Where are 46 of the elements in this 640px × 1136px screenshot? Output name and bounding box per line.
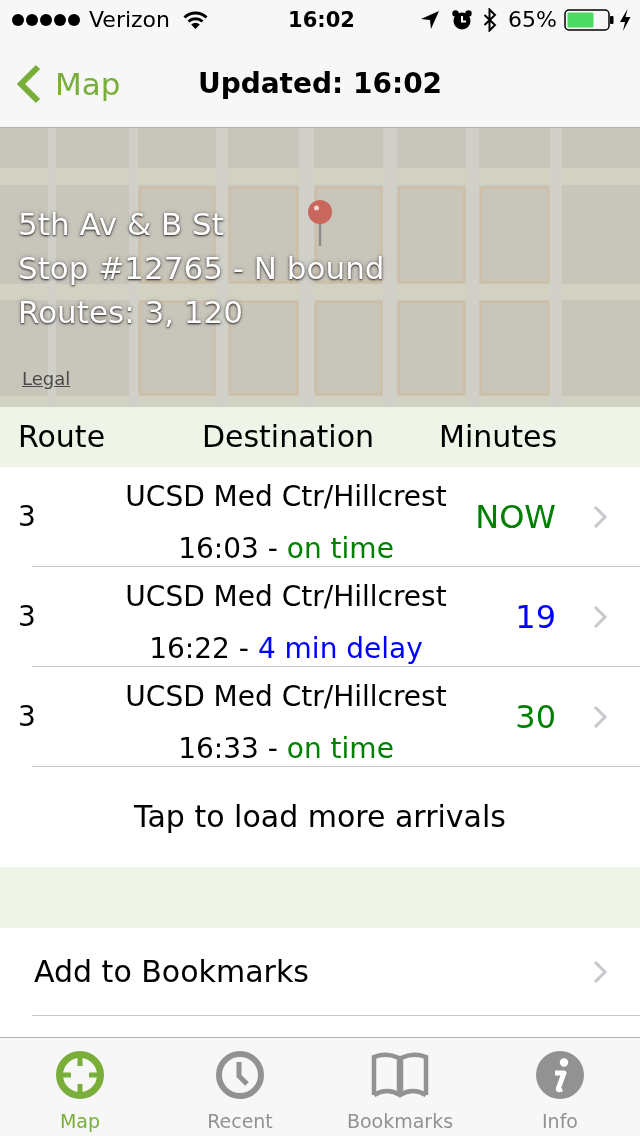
wifi-icon bbox=[183, 11, 208, 29]
departure-time: 16:33 - bbox=[178, 731, 278, 767]
arrival-status: 4 min delay bbox=[257, 631, 423, 667]
carrier-name: Verizon bbox=[89, 6, 170, 34]
departure-time: 16:22 - bbox=[149, 631, 249, 667]
tab[interactable]: Bookmarks bbox=[320, 1038, 480, 1136]
tab[interactable]: Info bbox=[480, 1038, 640, 1136]
arrival-status: on time bbox=[286, 731, 394, 767]
map-pin-icon bbox=[308, 200, 332, 246]
chevron-right-icon bbox=[592, 705, 608, 729]
column-header: Route bbox=[18, 419, 106, 455]
stop-number: Stop #12765 - N bound bbox=[18, 249, 385, 288]
departure-time: 16:03 - bbox=[178, 531, 278, 567]
destination-name: UCSD Med Ctr/Hillcrest bbox=[125, 679, 447, 715]
arrival-status: on time bbox=[286, 531, 394, 567]
route-number: 3 bbox=[18, 499, 36, 535]
route-number: 3 bbox=[18, 699, 36, 735]
crosshair-icon bbox=[56, 1051, 104, 1099]
minutes-until-arrival: 19 bbox=[515, 598, 556, 636]
navigation-title: Updated: 16:02 bbox=[197, 65, 443, 102]
clock-icon bbox=[216, 1051, 264, 1099]
legal-link[interactable]: Legal bbox=[22, 368, 71, 390]
info-icon bbox=[536, 1051, 584, 1099]
minutes-until-arrival: NOW bbox=[475, 498, 556, 536]
minutes-until-arrival: 30 bbox=[515, 698, 556, 736]
signal-strength-icon bbox=[12, 14, 80, 26]
column-header: Minutes bbox=[439, 419, 558, 455]
chevron-right-icon bbox=[592, 960, 608, 984]
destination-name: UCSD Med Ctr/Hillcrest bbox=[125, 579, 447, 615]
chevron-left-icon bbox=[16, 62, 42, 105]
route-number: 3 bbox=[18, 599, 36, 635]
book-icon bbox=[371, 1051, 429, 1099]
status-time: 16:02 bbox=[288, 8, 355, 32]
chevron-right-icon bbox=[592, 605, 608, 629]
chevron-right-icon bbox=[592, 505, 608, 529]
battery-icon bbox=[564, 9, 614, 31]
destination-name: UCSD Med Ctr/Hillcrest bbox=[125, 479, 447, 515]
column-header: Destination bbox=[201, 419, 375, 455]
tab[interactable]: Recent bbox=[160, 1038, 320, 1136]
location-arrow-icon bbox=[421, 11, 440, 29]
bluetooth-icon bbox=[483, 8, 498, 32]
battery-percentage: 65% bbox=[508, 6, 557, 34]
stop-name: 5th Av & B St bbox=[18, 205, 224, 244]
stop-routes: Routes: 3, 120 bbox=[18, 293, 244, 332]
charging-bolt-icon bbox=[619, 9, 631, 31]
alarm-clock-icon bbox=[452, 10, 473, 30]
